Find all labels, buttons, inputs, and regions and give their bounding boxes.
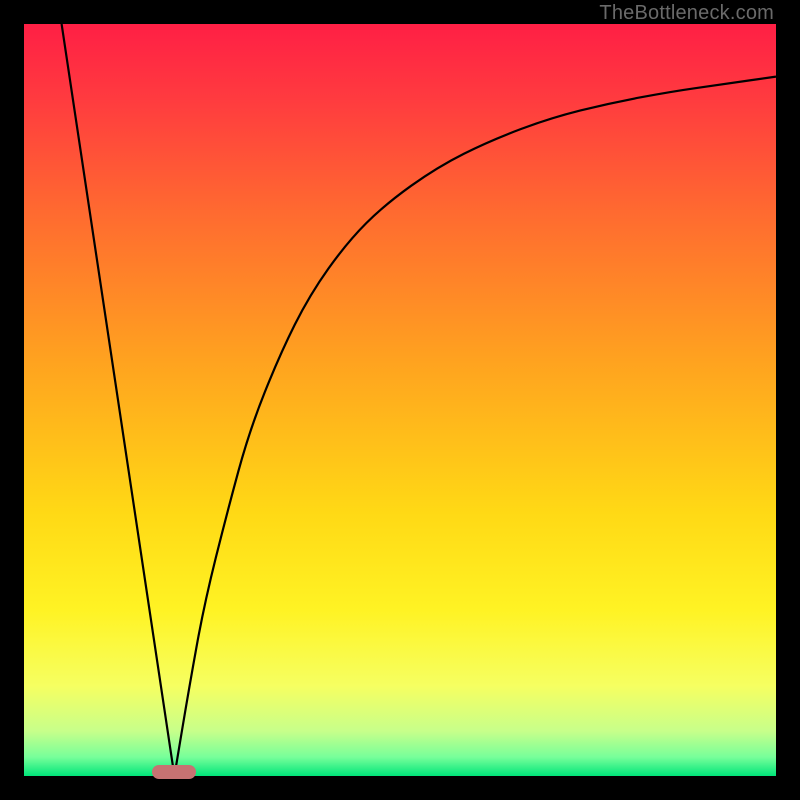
plot-area [24,24,776,776]
watermark-text: TheBottleneck.com [599,2,774,25]
chart-frame: TheBottleneck.com [0,0,800,800]
bottleneck-curve [24,24,776,776]
bottleneck-marker [152,765,196,779]
